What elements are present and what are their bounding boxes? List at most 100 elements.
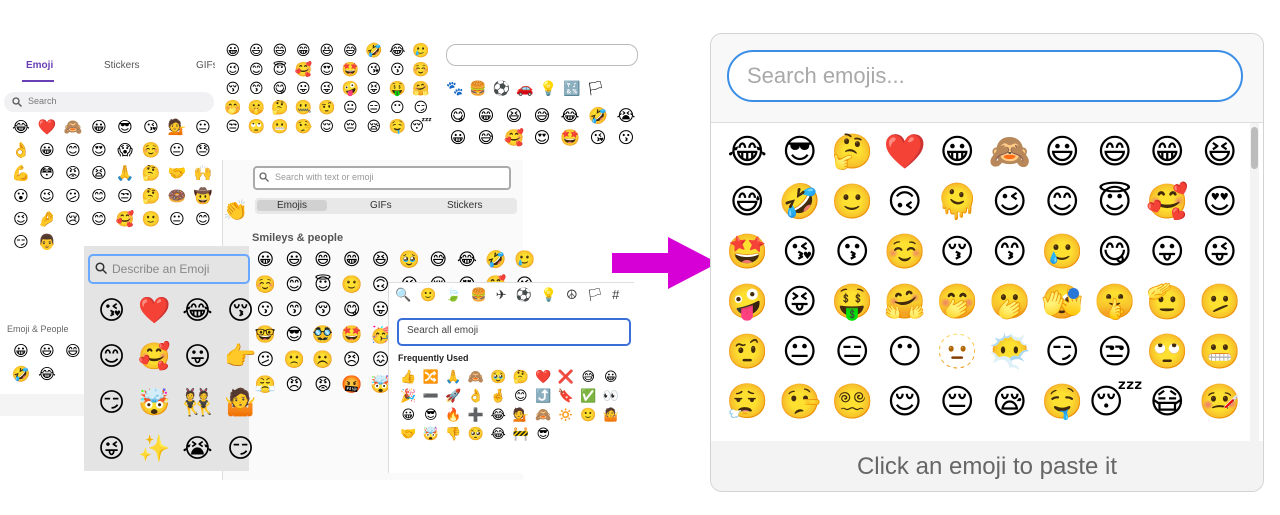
- emoji-item[interactable]: 😴: [409, 120, 433, 134]
- emoji-item[interactable]: 🙂: [138, 212, 164, 227]
- emoji-item[interactable]: 🤭: [221, 101, 245, 115]
- tab-emoji[interactable]: Emoji: [26, 60, 53, 71]
- emoji-item[interactable]: 😱: [112, 143, 138, 158]
- emoji-item[interactable]: ❤️: [532, 371, 555, 384]
- emoji-item[interactable]: 🤪: [339, 82, 363, 96]
- emoji-item[interactable]: 😐: [164, 143, 190, 158]
- emoji-item[interactable]: ➖: [420, 390, 443, 403]
- emoji-item[interactable]: ❌: [555, 371, 578, 384]
- emoji-button[interactable]: 🙄: [1141, 335, 1194, 373]
- emoji-button[interactable]: 🫠: [931, 185, 984, 223]
- emoji-item[interactable]: 🤩: [556, 130, 584, 146]
- emoji-item[interactable]: 🥹: [487, 371, 510, 384]
- emoji-button[interactable]: 🙂: [826, 185, 879, 223]
- emoji-item[interactable]: 😓: [190, 143, 216, 158]
- emoji-item[interactable]: 😄: [268, 44, 292, 58]
- emoji-item[interactable]: 🥰: [133, 344, 176, 370]
- emoji-item[interactable]: 🤔: [138, 189, 164, 204]
- emoji-button[interactable]: 😙: [984, 235, 1037, 273]
- emoji-item[interactable]: 🤨: [315, 101, 339, 115]
- emoji-item[interactable]: 😀: [86, 120, 112, 135]
- emoji-button[interactable]: 😑: [826, 335, 879, 373]
- emoji-item[interactable]: 😃: [245, 44, 269, 58]
- emoji-button[interactable]: 😷: [1141, 385, 1194, 423]
- emoji-button[interactable]: 🤤: [1036, 385, 1089, 423]
- emoji-item[interactable]: 😀: [397, 409, 420, 422]
- emoji-item[interactable]: 🤝: [397, 428, 420, 441]
- emoji-button[interactable]: 🤥: [774, 385, 827, 423]
- emoji-item[interactable]: 😜: [90, 436, 133, 462]
- emoji-item[interactable]: 👨: [34, 235, 60, 250]
- emoji-button[interactable]: 😆: [1194, 135, 1247, 173]
- emoji-button[interactable]: 😎: [774, 135, 827, 173]
- emoji-button[interactable]: 😐: [774, 335, 827, 373]
- emoji-item[interactable]: 😃: [280, 252, 309, 269]
- emoji-item[interactable]: 😡: [60, 166, 86, 181]
- emoji-item[interactable]: 😒: [221, 120, 245, 134]
- emoji-button[interactable]: 😁: [1141, 135, 1194, 173]
- emoji-button[interactable]: 🤭: [931, 285, 984, 323]
- emoji-item[interactable]: 😂: [8, 120, 34, 135]
- emoji-item[interactable]: 💁: [510, 409, 533, 422]
- emoji-item[interactable]: 👀: [600, 390, 623, 403]
- emoji-item[interactable]: 😍: [86, 143, 112, 158]
- emoji-item[interactable]: 🤩: [337, 327, 366, 344]
- emoji-item[interactable]: 🙈: [60, 120, 86, 135]
- emoji-item[interactable]: 🤔: [138, 166, 164, 181]
- emoji-item[interactable]: 😂: [34, 367, 60, 382]
- emoji-item[interactable]: 🥰: [112, 212, 138, 227]
- emoji-item[interactable]: 😀: [221, 44, 245, 58]
- emoji-item[interactable]: 🙏: [112, 166, 138, 181]
- scrollbar[interactable]: [1250, 123, 1259, 441]
- emoji-item[interactable]: 🎉: [397, 390, 420, 403]
- emoji-item[interactable]: 🤞: [487, 390, 510, 403]
- scrollbar-thumb[interactable]: [1251, 127, 1258, 169]
- emoji-item[interactable]: 😚: [219, 298, 262, 324]
- emoji-item[interactable]: 😘: [90, 298, 133, 324]
- emoji-item[interactable]: 🤣: [8, 367, 34, 382]
- tab-gifs[interactable]: GIFs: [370, 200, 392, 211]
- emoji-item[interactable]: 😙: [280, 302, 309, 319]
- emoji-button[interactable]: 😉: [984, 185, 1037, 223]
- emoji-item[interactable]: 🤷: [600, 409, 623, 422]
- emoji-item[interactable]: 😊: [510, 390, 533, 403]
- emoji-item[interactable]: 😅: [472, 130, 500, 146]
- emoji-item[interactable]: 😋: [337, 302, 366, 319]
- emoji-item[interactable]: 😀: [8, 344, 34, 359]
- emoji-button[interactable]: 😄: [1089, 135, 1142, 173]
- emoji-item[interactable]: 🥲: [409, 44, 433, 58]
- emoji-button[interactable]: ❤️: [879, 135, 932, 173]
- emoji-item[interactable]: 😎: [420, 409, 443, 422]
- emoji-item[interactable]: 😡: [309, 377, 338, 394]
- emoji-button[interactable]: 😌: [879, 385, 932, 423]
- emoji-item[interactable]: 😃: [34, 344, 60, 359]
- emoji-item[interactable]: 🙂: [577, 409, 600, 422]
- emoji-button[interactable]: 🤔: [826, 135, 879, 173]
- emoji-item[interactable]: 😊: [60, 143, 86, 158]
- emoji-button[interactable]: 😝: [774, 285, 827, 323]
- emoji-item[interactable]: 😐: [190, 120, 216, 135]
- emoji-item[interactable]: 💁: [164, 120, 190, 135]
- emoji-item[interactable]: ☹️: [309, 352, 338, 369]
- emoji-item[interactable]: 😎: [112, 120, 138, 135]
- emoji-item[interactable]: 🔀: [420, 371, 443, 384]
- emoji-item[interactable]: 😊: [86, 212, 112, 227]
- search-input[interactable]: [727, 50, 1243, 102]
- emoji-item[interactable]: 👌: [465, 390, 488, 403]
- emoji-item[interactable]: 😋: [268, 82, 292, 96]
- emoji-item[interactable]: 😂: [386, 44, 410, 58]
- emoji-item[interactable]: 😙: [245, 82, 269, 96]
- emoji-item[interactable]: 😮: [8, 189, 34, 204]
- emoji-item[interactable]: 😅: [577, 371, 600, 384]
- emoji-item[interactable]: 😛: [292, 82, 316, 96]
- emoji-button[interactable]: 😍: [1194, 185, 1247, 223]
- emoji-item[interactable]: 😂: [487, 428, 510, 441]
- emoji-item[interactable]: 🤌: [34, 212, 60, 227]
- emoji-item[interactable]: 😅: [528, 108, 556, 124]
- emoji-item[interactable]: 🤐: [292, 101, 316, 115]
- emoji-item[interactable]: 🤷: [219, 390, 262, 416]
- emoji-item[interactable]: 🤔: [268, 101, 292, 115]
- emoji-item[interactable]: 😘: [584, 130, 612, 146]
- emoji-item[interactable]: 😆: [315, 44, 339, 58]
- emoji-button[interactable]: 😚: [931, 235, 984, 273]
